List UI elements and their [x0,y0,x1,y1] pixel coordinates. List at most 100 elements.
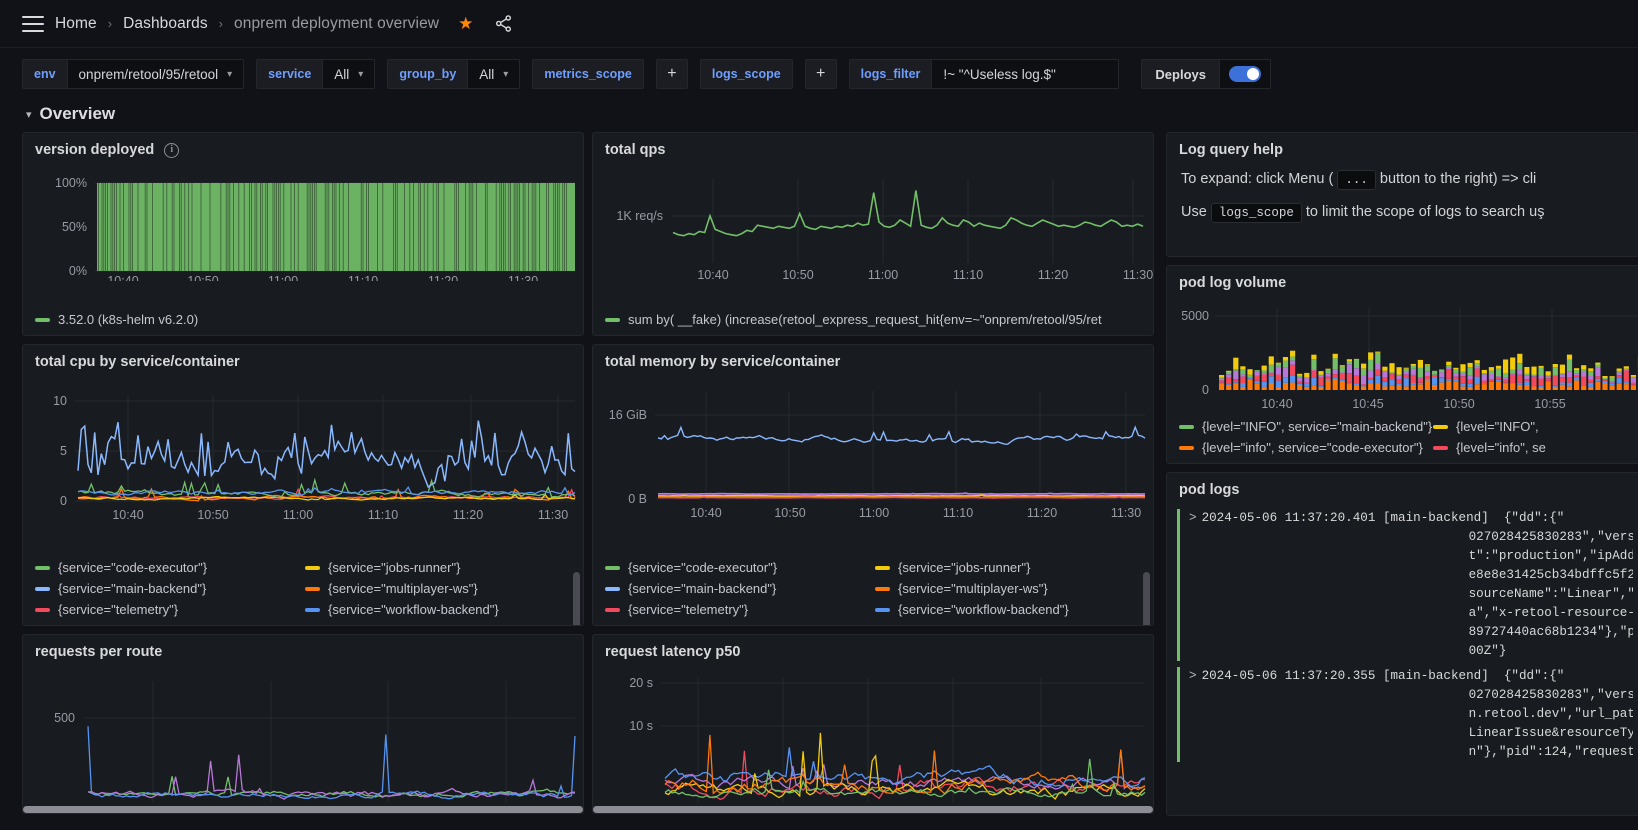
bar-segment [1624,369,1629,370]
deploys-toggle[interactable] [1220,59,1271,89]
variable-metrics-scope: metrics_scope [532,59,644,89]
y-tick-label: 10 s [629,719,653,733]
bar-segment [1311,377,1316,385]
variable-logs-scope-label[interactable]: logs_scope [700,59,793,89]
bar-segment [1595,364,1600,367]
help-line-2: Use logs_scope to limit the scope of log… [1181,196,1629,229]
chevron-right-icon[interactable]: > [1189,511,1197,525]
bar-segment [1631,375,1636,377]
bar-segment [1496,365,1501,368]
bar-segment [1418,378,1423,382]
legend-item[interactable]: 3.52.0 (k8s-helm v6.2.0) [35,312,571,327]
add-metrics-scope-button[interactable]: + [656,59,688,89]
bar-segment [1283,357,1288,361]
log-row[interactable]: >2024-05-06 11:37:20.355 [main-backend] … [1177,667,1633,762]
info-icon[interactable]: i [164,143,179,158]
legend-item[interactable]: sum by( __fake) (increase(retool_express… [605,312,1141,327]
panel-title-text: requests per route [35,644,162,660]
legend-label: {level="INFO", service="main-backend"} [1202,419,1432,434]
bar-segment [1453,379,1458,382]
pod-logs-content[interactable]: >2024-05-06 11:37:20.401 [main-backend] … [1167,501,1638,815]
total-memory-chart[interactable]: 0 B16 GiB 10:4010:5011:0011:1011:2011:30 [593,373,1153,558]
legend-item[interactable]: {service="code-executor"} [605,560,871,575]
bar-segment [1546,371,1551,375]
add-logs-scope-button[interactable]: + [805,59,837,89]
legend-item[interactable]: {service="jobs-runner"} [305,560,571,575]
legend-item[interactable]: {service="main-backend"} [35,581,301,596]
variable-logs-filter-label[interactable]: logs_filter [849,59,932,89]
bar-segment [1326,379,1331,381]
variable-group-by-value[interactable]: All ▾ [467,59,520,89]
bar-segment [1510,374,1515,383]
log-row[interactable]: >2024-05-06 11:37:20.401 [main-backend] … [1177,509,1633,661]
panel-title: total memory by service/container [593,345,1153,373]
legend-item[interactable]: {service="workflow-backend"} [305,602,571,617]
legend-item[interactable]: {service="telemetry"} [35,602,301,617]
bar-segment [1311,370,1316,377]
requests-per-route-chart[interactable]: 500 [23,663,583,813]
version-deployed-chart[interactable]: 0%50%100% 10:4010:5011:0011:1011:2011:30 [23,161,583,308]
chevron-right-icon[interactable]: > [1189,669,1197,683]
legend-label: {service="workflow-backend"} [328,602,499,617]
total-cpu-chart[interactable]: 0510 10:4010:5011:0011:1011:2011:30 [23,373,583,558]
bar-segment [1311,359,1316,369]
logs-filter-input[interactable]: !~ "^Useless log.$" [931,59,1119,89]
bar-segment [1610,377,1615,381]
legend-item[interactable]: {service="multiplayer-ws"} [305,581,571,596]
hamburger-icon[interactable] [22,16,44,32]
bar-segment [1631,385,1636,389]
horizontal-scrollbar[interactable] [593,806,1153,813]
legend-item[interactable]: {service="telemetry"} [605,602,871,617]
legend-item[interactable]: {service="workflow-backend"} [875,602,1141,617]
bar-segment [1602,380,1607,382]
legend-item[interactable]: {level="info", se [1433,440,1631,455]
variable-metrics-scope-label[interactable]: metrics_scope [532,59,644,89]
variable-group-by-label[interactable]: group_by [387,59,467,89]
total-qps-chart[interactable]: 1K req/s 10:4010:5011:0011:1011:2011:30 [593,161,1153,308]
variable-env-value[interactable]: onprem/retool/95/retool ▾ [67,59,245,89]
legend-item[interactable]: {service="main-backend"} [605,581,871,596]
legend-item[interactable]: {service="multiplayer-ws"} [875,581,1141,596]
legend-scrollbar[interactable] [573,572,580,626]
bar-segment [1610,381,1615,383]
x-tick-label: 11:30 [1123,268,1153,282]
pod-log-volume-chart[interactable]: 5000 0 10:4010:4510:5010:55 [1167,294,1638,420]
share-icon[interactable] [494,14,513,33]
x-tick-label: 11:00 [268,274,298,281]
panel-title: pod logs [1167,473,1638,501]
deploys-button[interactable]: Deploys [1141,59,1220,89]
breadcrumb-item-current-dashboard[interactable]: onprem deployment overview [234,15,439,33]
bar-segment [1553,376,1558,386]
bar-segment [1531,386,1536,390]
row-header-overview[interactable]: ▾ Overview [0,100,1638,132]
legend-item[interactable]: {service="jobs-runner"} [875,560,1141,575]
bar-segment [1425,376,1430,379]
bar-segment [1468,362,1473,366]
variable-service-label[interactable]: service [256,59,322,89]
bar-segment [1581,385,1586,389]
bar-segment [1624,366,1629,368]
bar-segment [1439,369,1444,372]
bar-segment [1361,368,1366,375]
request-latency-chart[interactable]: 20 s 10 s [593,663,1153,813]
bar-segment [1255,380,1260,383]
star-icon[interactable]: ★ [458,14,473,34]
bar-segment [1446,361,1451,364]
legend-label: {level="info", service="code-executor"} [1202,440,1423,455]
bar-segment [1617,368,1622,370]
bar-segment [1226,377,1231,383]
breadcrumb-item-dashboards[interactable]: Dashboards [123,15,208,33]
legend-item[interactable]: {service="code-executor"} [35,560,301,575]
legend-item[interactable]: {level="info", service="code-executor"} [1179,440,1429,455]
horizontal-scrollbar[interactable] [23,806,583,813]
legend-item[interactable]: {level="INFO", [1433,419,1631,434]
breadcrumb-item-home[interactable]: Home [55,15,97,33]
bar-segment [1617,384,1622,390]
legend-scrollbar[interactable] [1143,572,1150,626]
bar-segment [1233,382,1238,383]
variable-env-label[interactable]: env [22,59,67,89]
legend-item[interactable]: {level="INFO", service="main-backend"} [1179,419,1429,434]
variable-service-value[interactable]: All ▾ [322,59,375,89]
series-line [88,726,575,799]
bar-segment [1418,384,1423,390]
